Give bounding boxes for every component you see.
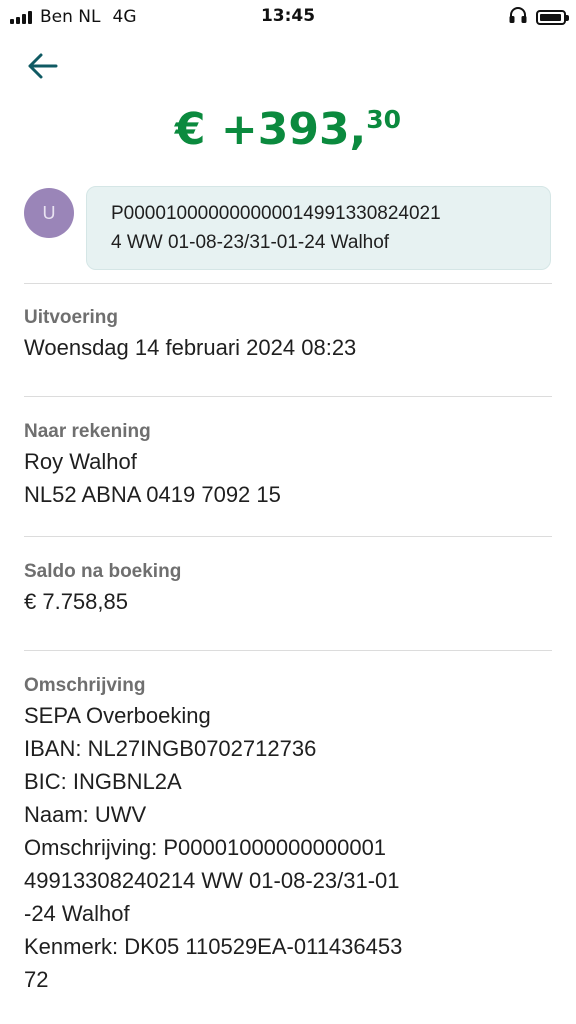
section-label: Saldo na boeking [24, 561, 182, 582]
description-line: BIC: INGBNL2A [24, 769, 182, 794]
arrow-left-icon [28, 53, 58, 79]
account-iban: NL52 ABNA 0419 7092 15 [24, 482, 281, 507]
amount-main: € +393, [174, 104, 367, 155]
description-line: IBAN: NL27INGB0702712736 [24, 736, 317, 761]
divider [24, 396, 552, 397]
description-line: Kenmerk: DK05 110529EA-011436453 [24, 934, 403, 959]
section-label: Omschrijving [24, 675, 146, 696]
section-label: Uitvoering [24, 307, 118, 328]
account-name: Roy Walhof [24, 449, 137, 474]
status-right [508, 6, 569, 29]
description-line: 49913308240214 WW 01-08-23/31-01 [24, 868, 400, 893]
section-label: Naar rekening [24, 421, 151, 442]
balance-value: € 7.758,85 [24, 589, 128, 614]
execution-date: Woensdag 14 februari 2024 08:23 [24, 335, 357, 360]
avatar-initial: U [42, 202, 56, 223]
description-line: -24 Walhof [24, 901, 130, 926]
transaction-amount: € +393,30 [0, 104, 576, 155]
battery-level [540, 14, 561, 21]
description-line: 72 [24, 967, 49, 992]
section-omschrijving: Omschrijving SEPA Overboeking IBAN: NL27… [24, 673, 552, 996]
description-line: Omschrijving: P00001000000000001 [24, 835, 387, 860]
avatar: U [24, 188, 74, 238]
battery-icon [536, 10, 569, 25]
amount-cents: 30 [366, 105, 402, 134]
description-line: Naam: UWV [24, 802, 147, 827]
description-line: SEPA Overboeking [24, 703, 211, 728]
divider [24, 536, 552, 537]
clock: 13:45 [260, 6, 316, 26]
section-naar-rekening: Naar rekening Roy Walhof NL52 ABNA 0419 … [24, 419, 552, 511]
divider [24, 283, 552, 284]
back-button[interactable] [22, 46, 62, 86]
section-saldo: Saldo na boeking € 7.758,85 [24, 559, 552, 618]
headphones-icon [508, 6, 528, 29]
status-bar: Ben NL 4G 13:45 [0, 0, 576, 34]
section-uitvoering: Uitvoering Woensdag 14 februari 2024 08:… [24, 305, 552, 364]
transaction-message: P000010000000000014991330824021 4 WW 01-… [86, 186, 551, 270]
divider [24, 650, 552, 651]
